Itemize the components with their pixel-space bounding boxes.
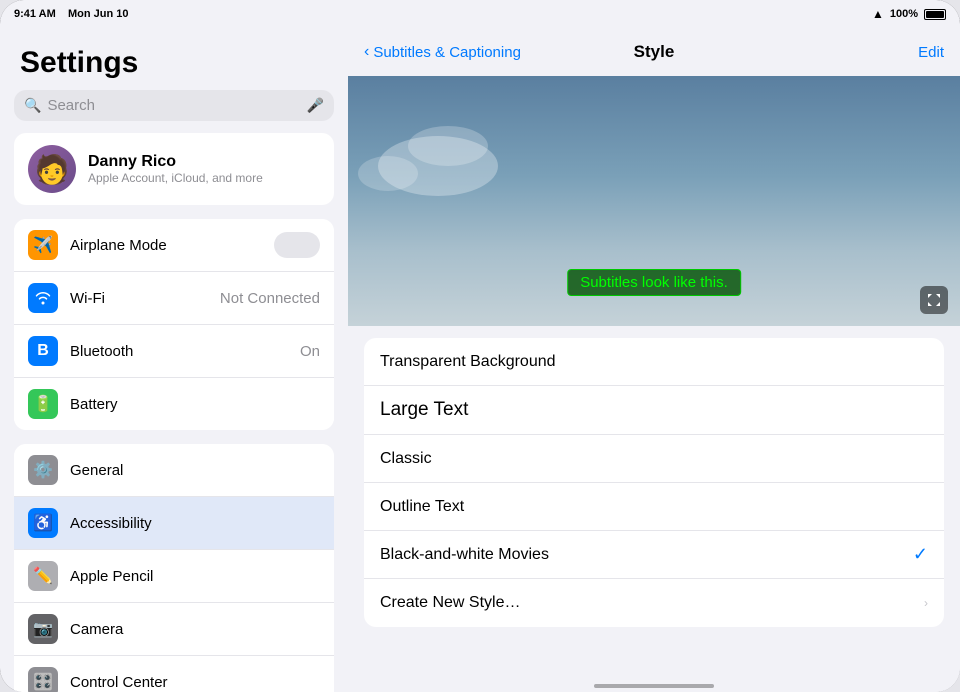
apple-pencil-icon: ✏️ [28, 561, 58, 591]
nav-edit-button[interactable]: Edit [918, 44, 944, 61]
nav-title: Style [634, 42, 675, 62]
bw-movies-label: Black-and-white Movies [380, 546, 913, 564]
app-settings-group: ⚙️ General ♿ Accessibility ✏️ Apple Penc… [14, 444, 334, 692]
style-list: Transparent Background Large Text Classi… [348, 326, 960, 692]
camera-row[interactable]: 📷 Camera [14, 603, 334, 656]
battery-percent: 100% [890, 8, 918, 20]
airplane-mode-label: Airplane Mode [70, 237, 262, 254]
nav-back-button[interactable]: ‹ Subtitles & Captioning [364, 43, 521, 61]
status-bar: 9:41 AM Mon Jun 10 ▲ 100% [0, 0, 960, 28]
accessibility-label: Accessibility [70, 515, 320, 532]
style-row-transparent-bg[interactable]: Transparent Background [364, 338, 944, 386]
battery-icon: 🔋 [28, 389, 58, 419]
apple-pencil-label: Apple Pencil [70, 568, 320, 585]
control-center-row[interactable]: 🎛️ Control Center [14, 656, 334, 692]
search-placeholder: Search [47, 97, 300, 114]
control-center-label: Control Center [70, 674, 320, 691]
accessibility-row[interactable]: ♿ Accessibility [14, 497, 334, 550]
style-row-large-text[interactable]: Large Text [364, 386, 944, 435]
camera-icon: 📷 [28, 614, 58, 644]
style-row-outline-text[interactable]: Outline Text [364, 483, 944, 531]
sidebar: Settings 🔍 Search 🎤 🧑 Danny Rico Apple A… [0, 28, 348, 692]
style-row-create-new[interactable]: Create New Style… › [364, 579, 944, 627]
large-text-label: Large Text [380, 399, 468, 421]
back-chevron-icon: ‹ [364, 43, 369, 61]
bw-movies-checkmark: ✓ [913, 544, 928, 565]
preview-area: Subtitles look like this. [348, 76, 960, 326]
transparent-bg-label: Transparent Background [380, 353, 928, 371]
bluetooth-value: On [300, 343, 320, 360]
nav-bar: ‹ Subtitles & Captioning Style Edit [348, 28, 960, 76]
battery-row[interactable]: 🔋 Battery [14, 378, 334, 430]
airplane-mode-row[interactable]: ✈️ Airplane Mode [14, 219, 334, 272]
classic-label: Classic [380, 450, 928, 468]
microphone-icon[interactable]: 🎤 [307, 97, 324, 114]
wifi-status-icon: ▲ [872, 7, 884, 21]
connectivity-group: ✈️ Airplane Mode Wi-Fi Not Connected [14, 219, 334, 430]
nav-back-label: Subtitles & Captioning [373, 44, 521, 61]
create-new-label: Create New Style… [380, 594, 924, 612]
ipad-frame: 9:41 AM Mon Jun 10 ▲ 100% Settings 🔍 Sea… [0, 0, 960, 692]
user-name: Danny Rico [88, 153, 263, 171]
avatar: 🧑 [28, 145, 76, 193]
right-panel: ‹ Subtitles & Captioning Style Edit Subt… [348, 28, 960, 692]
general-icon: ⚙️ [28, 455, 58, 485]
battery-label: Battery [70, 396, 320, 413]
fullscreen-button[interactable] [920, 286, 948, 314]
bluetooth-label: Bluetooth [70, 343, 288, 360]
wifi-row[interactable]: Wi-Fi Not Connected [14, 272, 334, 325]
wifi-value: Not Connected [220, 290, 320, 307]
style-row-classic[interactable]: Classic [364, 435, 944, 483]
control-center-icon: 🎛️ [28, 667, 58, 692]
style-row-bw-movies[interactable]: Black-and-white Movies ✓ [364, 531, 944, 579]
create-new-chevron-icon: › [924, 596, 928, 610]
bluetooth-icon: B [28, 336, 58, 366]
general-label: General [70, 462, 320, 479]
sidebar-title: Settings [0, 28, 348, 90]
main-layout: Settings 🔍 Search 🎤 🧑 Danny Rico Apple A… [0, 28, 960, 692]
bluetooth-row[interactable]: B Bluetooth On [14, 325, 334, 378]
user-subtitle: Apple Account, iCloud, and more [88, 171, 263, 185]
outline-text-label: Outline Text [380, 498, 928, 516]
style-options-group: Transparent Background Large Text Classi… [364, 338, 944, 627]
search-icon: 🔍 [24, 97, 41, 114]
camera-label: Camera [70, 621, 320, 638]
airplane-mode-toggle[interactable] [274, 232, 320, 258]
home-indicator [594, 684, 714, 688]
wifi-label: Wi-Fi [70, 290, 208, 307]
wifi-icon [28, 283, 58, 313]
search-bar[interactable]: 🔍 Search 🎤 [14, 90, 334, 121]
avatar-image: 🧑 [35, 153, 70, 186]
user-profile-row[interactable]: 🧑 Danny Rico Apple Account, iCloud, and … [14, 133, 334, 205]
apple-pencil-row[interactable]: ✏️ Apple Pencil [14, 550, 334, 603]
subtitle-preview-badge: Subtitles look like this. [567, 269, 741, 296]
status-time-date: 9:41 AM Mon Jun 10 [14, 8, 129, 20]
general-row[interactable]: ⚙️ General [14, 444, 334, 497]
accessibility-icon: ♿ [28, 508, 58, 538]
user-info: Danny Rico Apple Account, iCloud, and mo… [88, 153, 263, 185]
status-indicators: ▲ 100% [872, 7, 946, 21]
airplane-mode-icon: ✈️ [28, 230, 58, 260]
